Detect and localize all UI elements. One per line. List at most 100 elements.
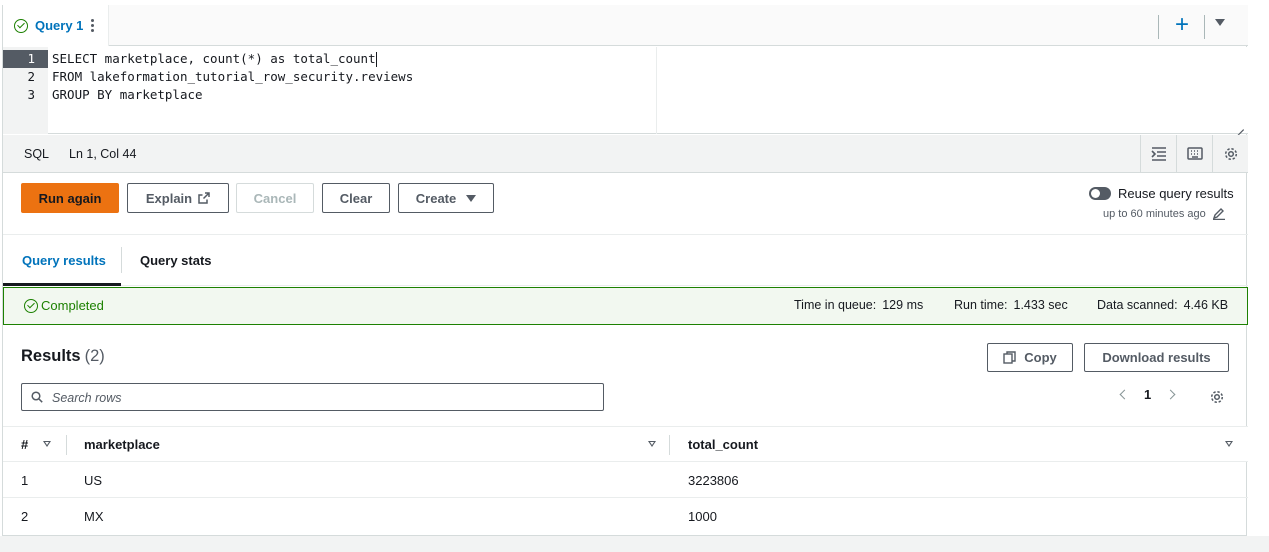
editor-settings-button[interactable] — [1212, 135, 1248, 172]
sort-filter-icon[interactable] — [43, 441, 51, 447]
column-divider[interactable] — [669, 435, 670, 455]
query-status-banner: Completed Time in queue: 129 ms Run time:… — [3, 287, 1248, 325]
query-tab-bar: Query 1 + — [3, 5, 1248, 46]
metric-label: Data scanned: — [1097, 298, 1178, 312]
metric-value: 4.46 KB — [1183, 298, 1229, 312]
code-line[interactable]: SELECT marketplace, count(*) as total_co… — [52, 50, 377, 68]
cell-total-count: 3223806 — [688, 473, 739, 488]
reuse-age-text: up to 60 minutes ago — [1103, 208, 1206, 220]
reuse-results-toggle[interactable] — [1089, 187, 1111, 200]
sort-filter-icon[interactable] — [1225, 441, 1233, 447]
tabs-baseline — [3, 285, 1248, 286]
results-heading: Results (2) — [21, 347, 105, 366]
section-divider — [3, 234, 1248, 235]
time-in-queue: Time in queue: 129 ms — [794, 298, 923, 312]
editor-status-bar: SQL Ln 1, Col 44 — [3, 135, 1248, 173]
cell-index: 2 — [21, 509, 29, 524]
code-text: marketplace, count(*) as total_count — [97, 51, 376, 66]
query-tab-1[interactable]: Query 1 — [3, 5, 109, 46]
active-tab-indicator — [3, 283, 121, 286]
sql-code-editor[interactable]: 1 2 3 SELECT marketplace, count(*) as to… — [3, 47, 1248, 134]
chevron-left-icon[interactable] — [1119, 389, 1130, 400]
indent-icon — [1150, 146, 1166, 161]
reuse-results-label: Reuse query results — [1118, 186, 1234, 201]
table-row: 2 MX 1000 — [3, 498, 1248, 534]
create-button-label: Create — [415, 190, 457, 206]
results-table-header: # marketplace total_count — [3, 426, 1248, 462]
metric-value: 129 ms — [882, 298, 924, 312]
edit-pencil-icon[interactable] — [1212, 208, 1226, 220]
download-results-button[interactable]: Download results — [1084, 343, 1229, 372]
cursor-position: Ln 1, Col 44 — [69, 147, 137, 161]
copy-icon — [1003, 351, 1016, 364]
caret-down-icon — [466, 194, 477, 202]
query-editor-panel: Query 1 + 1 2 3 SELECT marketplace, coun… — [2, 5, 1248, 536]
gear-icon — [1224, 147, 1237, 160]
copy-button-label: Copy — [1024, 350, 1057, 365]
clear-button[interactable]: Clear — [322, 183, 390, 213]
chevron-right-icon[interactable] — [1165, 389, 1176, 400]
tab-query-results[interactable]: Query results — [22, 253, 106, 268]
run-time: Run time: 1.433 sec — [954, 298, 1068, 312]
column-divider[interactable] — [66, 435, 67, 455]
cell-index: 1 — [21, 473, 29, 488]
more-options-icon[interactable] — [91, 19, 95, 32]
metric-label: Run time: — [954, 298, 1008, 312]
keyboard-icon — [1186, 147, 1203, 160]
sql-keyword: GROUP BY — [52, 87, 113, 102]
pagination: 1 — [1119, 387, 1176, 402]
reuse-results-age: up to 60 minutes ago — [1103, 208, 1226, 220]
run-again-button[interactable]: Run again — [21, 183, 119, 213]
create-dropdown-button[interactable]: Create — [398, 183, 494, 213]
table-preferences-gear-icon[interactable] — [1209, 389, 1225, 405]
external-link-icon — [198, 192, 210, 204]
format-query-button[interactable] — [1140, 135, 1176, 172]
search-rows-field[interactable] — [21, 383, 604, 411]
column-header-marketplace[interactable]: marketplace — [84, 437, 160, 452]
explain-button[interactable]: Explain — [127, 183, 229, 213]
search-input[interactable] — [52, 389, 592, 406]
code-text: lakeformation_tutorial_row_security.revi… — [82, 69, 414, 84]
code-text: marketplace — [112, 87, 203, 102]
check-circle-icon — [24, 299, 38, 313]
line-number: 1 — [3, 50, 48, 68]
print-margin — [656, 47, 657, 134]
code-line[interactable]: FROM lakeformation_tutorial_row_security… — [52, 68, 413, 86]
page-background — [0, 536, 1269, 552]
table-row: 1 US 3223806 — [3, 462, 1248, 498]
line-number-gutter: 1 2 3 — [3, 47, 48, 134]
line-number: 2 — [27, 69, 35, 84]
results-title-text: Results — [21, 347, 81, 365]
tabbar-divider — [1158, 15, 1159, 39]
tab-dropdown-caret-icon[interactable] — [1215, 19, 1225, 26]
tab-divider — [121, 247, 122, 273]
cell-marketplace: US — [84, 473, 103, 488]
query-status-text: Completed — [41, 298, 104, 313]
editor-language: SQL — [24, 147, 50, 161]
copy-button[interactable]: Copy — [987, 343, 1073, 372]
cancel-button[interactable]: Cancel — [236, 183, 314, 213]
explain-button-label: Explain — [145, 190, 193, 206]
data-scanned: Data scanned: 4.46 KB — [1097, 298, 1228, 312]
metric-value: 1.433 sec — [1013, 298, 1068, 312]
query-tab-label: Query 1 — [35, 18, 84, 33]
cell-total-count: 1000 — [688, 509, 717, 524]
keyboard-shortcuts-button[interactable] — [1176, 135, 1212, 172]
line-number: 3 — [27, 87, 35, 102]
current-page[interactable]: 1 — [1144, 387, 1151, 402]
metric-label: Time in queue: — [794, 298, 877, 312]
check-circle-icon — [14, 18, 28, 33]
resize-handle-icon[interactable] — [1234, 120, 1244, 130]
sql-keyword: SELECT — [52, 51, 98, 66]
add-query-tab-button[interactable]: + — [1169, 13, 1195, 39]
sql-keyword: FROM — [52, 69, 83, 84]
tabbar-divider — [1204, 15, 1205, 39]
code-line[interactable]: GROUP BY marketplace — [52, 86, 203, 104]
text-cursor — [375, 52, 377, 67]
cell-marketplace: MX — [84, 509, 104, 524]
sort-filter-icon[interactable] — [648, 441, 656, 447]
tab-query-stats[interactable]: Query stats — [140, 253, 212, 268]
column-header-total-count[interactable]: total_count — [688, 437, 758, 452]
results-count: (2) — [84, 347, 105, 365]
column-header-index: # — [21, 437, 29, 452]
